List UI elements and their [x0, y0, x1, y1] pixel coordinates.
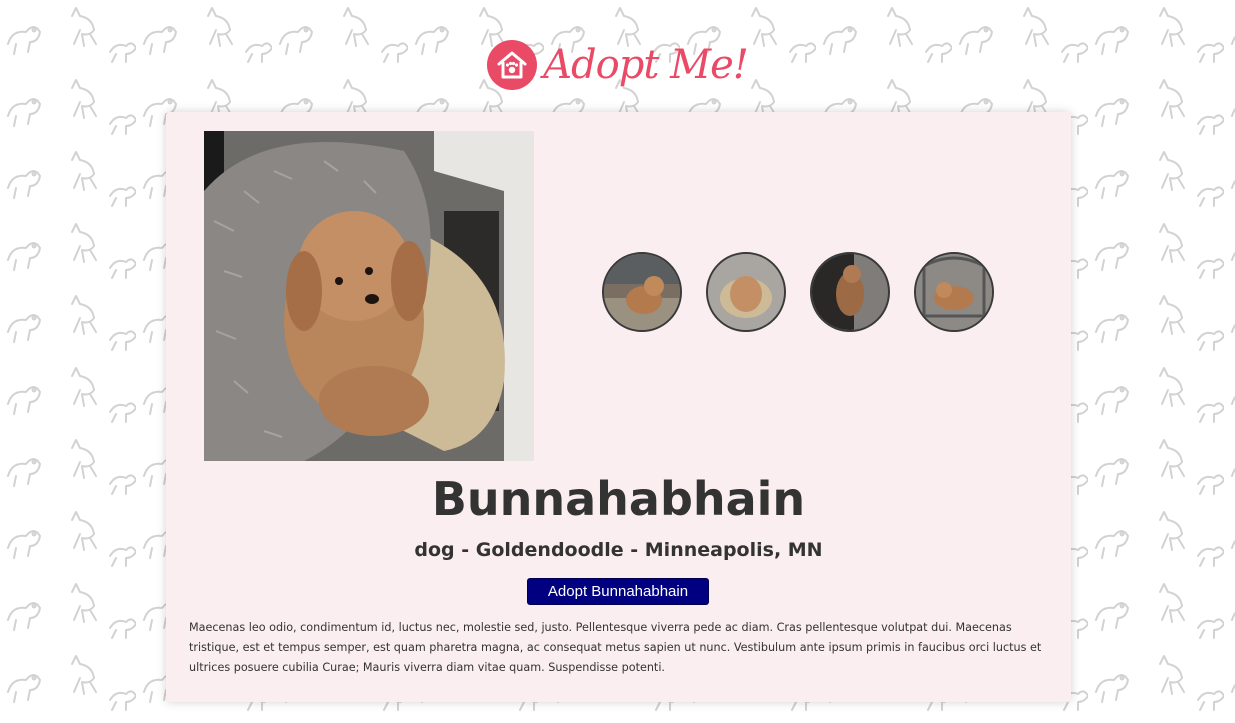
home-logo-link[interactable]: Adopt Me! — [487, 40, 749, 90]
pet-name-heading: Bunnahabhain — [431, 472, 806, 526]
pet-meta-subheading: dog - Goldendoodle - Minneapolis, MN — [414, 539, 823, 561]
house-paw-icon — [487, 40, 538, 90]
adopt-button[interactable]: Adopt Bunnahabhain — [527, 578, 709, 605]
photo-thumbnail[interactable] — [602, 252, 682, 332]
pet-description: Maecenas leo odio, condimentum id, luctu… — [189, 621, 1042, 674]
photo-thumbnail[interactable] — [706, 252, 786, 332]
photo-thumbnail[interactable] — [810, 252, 890, 332]
photo-thumbnail[interactable] — [914, 252, 994, 332]
site-header: Adopt Me! — [0, 30, 1235, 100]
photo-thumbnail-list — [602, 252, 994, 332]
logo-wordmark: Adopt Me! — [543, 42, 749, 88]
pet-hero-photo — [204, 131, 534, 461]
pet-details-card: Bunnahabhain dog - Goldendoodle - Minnea… — [166, 112, 1071, 702]
